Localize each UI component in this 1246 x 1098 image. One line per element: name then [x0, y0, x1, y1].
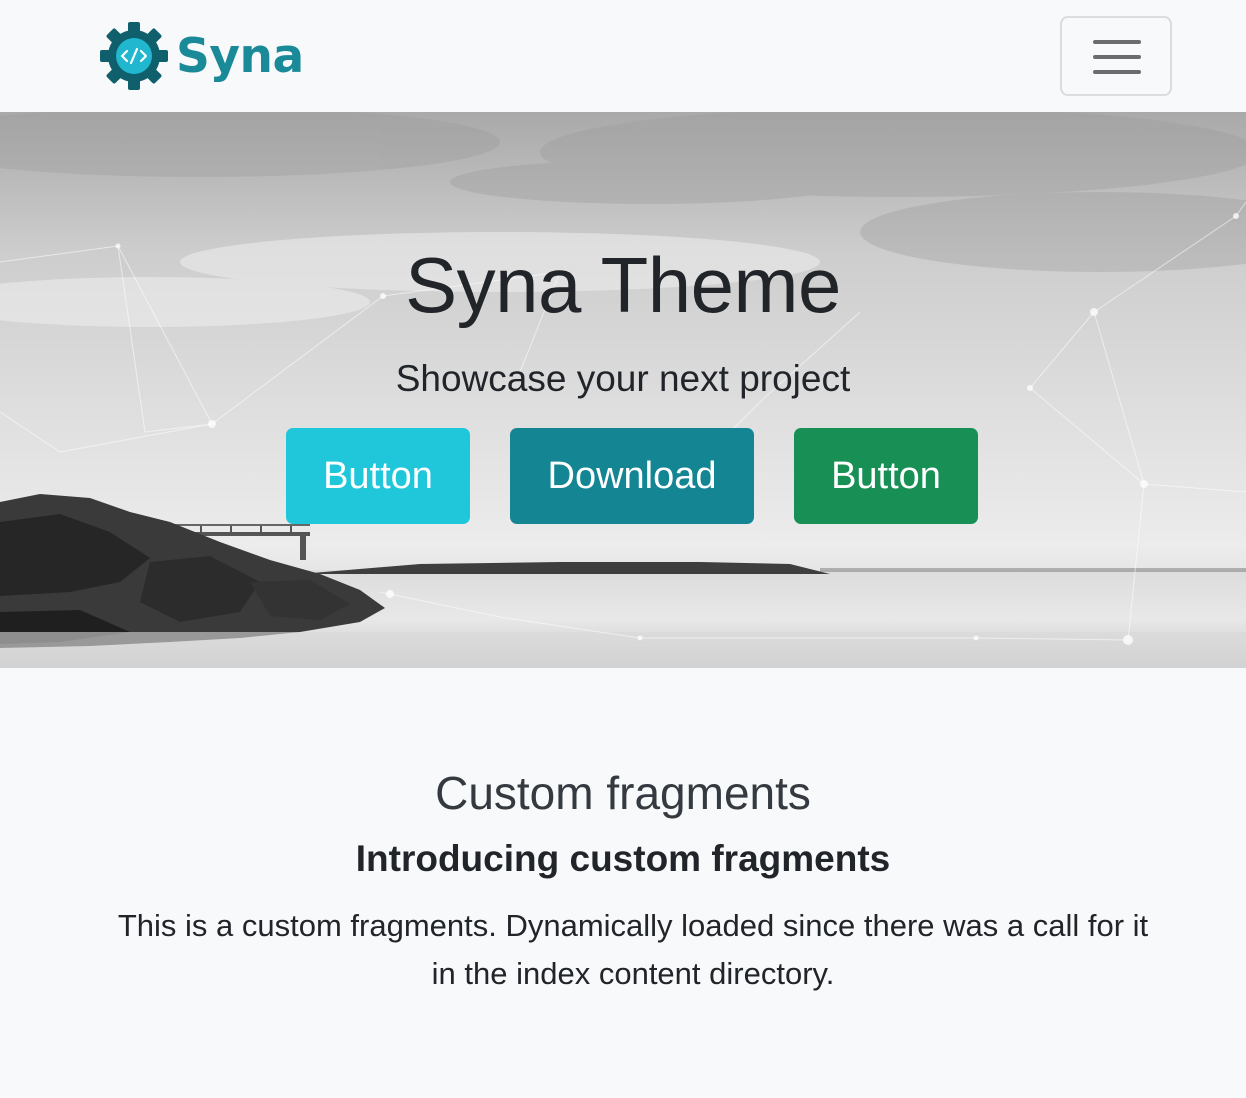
- hero-button-primary[interactable]: Button: [286, 428, 470, 524]
- section-title: Custom fragments: [435, 767, 811, 819]
- navbar: Syna: [0, 0, 1246, 112]
- section-text: This is a custom fragments. Dynamically …: [117, 908, 1149, 991]
- hamburger-menu-icon: [1093, 40, 1141, 74]
- hero-title: Syna Theme: [405, 241, 841, 329]
- brand-name: Syna: [176, 28, 304, 84]
- brand-link[interactable]: Syna: [100, 22, 304, 90]
- hero-button-success[interactable]: Button: [794, 428, 978, 524]
- hero-subtitle: Showcase your next project: [395, 358, 851, 399]
- menu-toggle-button[interactable]: [1060, 16, 1172, 96]
- gear-code-icon: [100, 22, 168, 90]
- section-subtitle: Introducing custom fragments: [355, 838, 891, 879]
- hero-section: Syna Theme Showcase your next project Bu…: [0, 112, 1246, 668]
- download-button[interactable]: Download: [510, 428, 754, 524]
